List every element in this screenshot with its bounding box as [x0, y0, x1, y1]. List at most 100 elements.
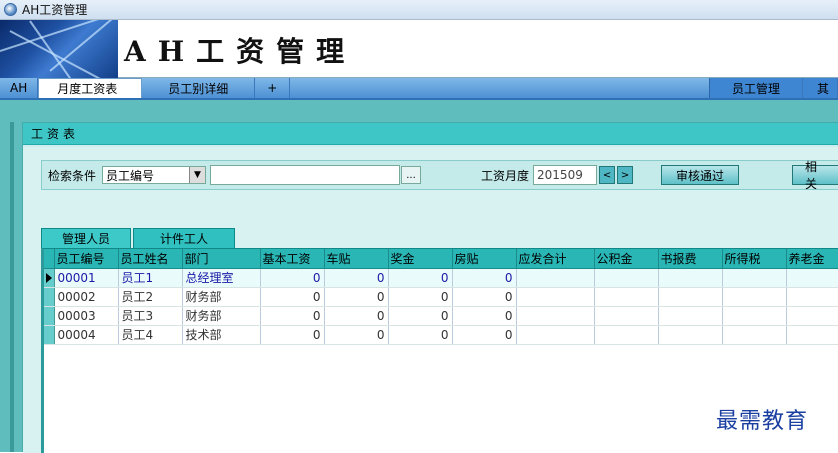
cell-pension[interactable]	[786, 287, 838, 307]
salary-table: 员工编号 员工姓名 部门 基本工资 车贴 奖金 房贴 应发合计 公积金 书报费 …	[44, 249, 838, 345]
search-label: 检索条件	[48, 168, 97, 183]
row-pointer-icon	[44, 268, 55, 288]
cell-fund[interactable]	[594, 325, 659, 345]
related-button[interactable]: 相关	[792, 160, 838, 191]
cell-tax[interactable]	[722, 287, 787, 307]
table-row[interactable]: 00002 员工2 财务部 0 0 0 0	[44, 287, 838, 307]
cell-house[interactable]: 0	[452, 325, 517, 345]
search-field-value: 员工编号	[106, 168, 155, 183]
column-header[interactable]: 应发合计	[516, 249, 595, 269]
cell-gross[interactable]	[516, 268, 595, 288]
banner-title: AH工资管理	[124, 35, 357, 68]
tab-monthly-salary[interactable]: 月度工资表	[38, 78, 143, 98]
cell-dept[interactable]: 技术部	[182, 325, 261, 345]
tab-management-staff[interactable]: 管理人员	[41, 228, 132, 248]
cell-id[interactable]: 00003	[54, 306, 119, 326]
search-bar: 检索条件 员工编号 ▼ ... 工资月度 201509 < > 审核通过 相关	[41, 160, 838, 191]
browse-button[interactable]: ...	[401, 166, 422, 184]
banner: AH工资管理	[0, 20, 838, 78]
work-area: 工资表 检索条件 员工编号 ▼ ... 工资月度 201509 < > 审核通过…	[0, 100, 838, 453]
column-header[interactable]: 基本工资	[260, 249, 325, 269]
cell-gross[interactable]	[516, 306, 595, 326]
cell-car[interactable]: 0	[324, 268, 389, 288]
table-row[interactable]: 00004 员工4 技术部 0 0 0 0	[44, 325, 838, 345]
cell-books[interactable]	[658, 268, 723, 288]
cell-bonus[interactable]: 0	[388, 306, 453, 326]
column-header[interactable]: 奖金	[388, 249, 453, 269]
table-row[interactable]: 00001 员工1 总经理室 0 0 0 0	[44, 268, 838, 288]
prev-month-button[interactable]: <	[599, 166, 616, 184]
cell-dept[interactable]: 财务部	[182, 306, 261, 326]
cell-tax[interactable]	[722, 325, 787, 345]
tab-ah[interactable]: AH	[0, 78, 39, 98]
search-field-select[interactable]: 员工编号 ▼	[102, 166, 207, 184]
cell-name[interactable]: 员工4	[118, 325, 183, 345]
left-border	[0, 100, 22, 452]
approve-button[interactable]: 审核通过	[661, 165, 740, 185]
column-header[interactable]: 养老金	[786, 249, 838, 269]
cell-base[interactable]: 0	[260, 306, 325, 326]
cell-car[interactable]: 0	[324, 306, 389, 326]
cell-bonus[interactable]: 0	[388, 325, 453, 345]
tab-employee-detail[interactable]: 员工别详细	[142, 78, 256, 98]
cell-fund[interactable]	[594, 268, 659, 288]
month-input[interactable]: 201509	[533, 165, 598, 185]
cell-base[interactable]: 0	[260, 268, 325, 288]
cell-house[interactable]: 0	[452, 287, 517, 307]
cell-base[interactable]: 0	[260, 287, 325, 307]
tab-piecework-workers[interactable]: 计件工人	[133, 228, 236, 248]
column-header[interactable]: 房贴	[452, 249, 517, 269]
column-header[interactable]: 公积金	[594, 249, 659, 269]
cell-car[interactable]: 0	[324, 287, 389, 307]
cell-pension[interactable]	[786, 306, 838, 326]
column-header[interactable]: 车贴	[324, 249, 389, 269]
cell-bonus[interactable]: 0	[388, 268, 453, 288]
tab-employee-management[interactable]: 员工管理	[708, 78, 803, 98]
cell-id[interactable]: 00004	[54, 325, 119, 345]
cell-dept[interactable]: 总经理室	[182, 268, 261, 288]
window-title: AH工资管理	[22, 3, 88, 17]
cell-name[interactable]: 员工1	[118, 268, 183, 288]
menu-bar: AH 月度工资表 员工别详细 + 员工管理 其	[0, 78, 838, 100]
panel-header: 工资表	[23, 123, 838, 145]
cell-books[interactable]	[658, 306, 723, 326]
search-input[interactable]	[210, 165, 401, 185]
cell-car[interactable]: 0	[324, 325, 389, 345]
next-month-button[interactable]: >	[617, 166, 634, 184]
cell-dept[interactable]: 财务部	[182, 287, 261, 307]
cell-fund[interactable]	[594, 287, 659, 307]
cell-house[interactable]: 0	[452, 306, 517, 326]
cell-tax[interactable]	[722, 268, 787, 288]
cell-pension[interactable]	[786, 268, 838, 288]
chevron-left-icon: <	[602, 169, 612, 181]
tab-other[interactable]: 其	[802, 78, 838, 98]
column-header[interactable]: 员工姓名	[118, 249, 183, 269]
column-header[interactable]: 所得税	[722, 249, 787, 269]
dropdown-arrow-icon[interactable]: ▼	[189, 167, 206, 183]
cell-base[interactable]: 0	[260, 325, 325, 345]
cell-gross[interactable]	[516, 325, 595, 345]
column-header[interactable]: 部门	[182, 249, 261, 269]
cell-tax[interactable]	[722, 306, 787, 326]
cell-books[interactable]	[658, 287, 723, 307]
cell-id[interactable]: 00002	[54, 287, 119, 307]
cell-fund[interactable]	[594, 306, 659, 326]
column-header[interactable]: 员工编号	[54, 249, 119, 269]
cell-books[interactable]	[658, 325, 723, 345]
app-icon	[4, 3, 17, 16]
add-tab-button[interactable]: +	[255, 78, 291, 98]
column-header[interactable]: 书报费	[658, 249, 723, 269]
row-indicator-header	[44, 249, 55, 269]
cell-name[interactable]: 员工3	[118, 306, 183, 326]
cell-house[interactable]: 0	[452, 268, 517, 288]
cell-id[interactable]: 00001	[54, 268, 119, 288]
cell-gross[interactable]	[516, 287, 595, 307]
table-row[interactable]: 00003 员工3 财务部 0 0 0 0	[44, 306, 838, 326]
cell-bonus[interactable]: 0	[388, 287, 453, 307]
chevron-right-icon: >	[620, 169, 630, 181]
row-indicator	[44, 325, 55, 345]
cell-name[interactable]: 员工2	[118, 287, 183, 307]
banner-graphic	[0, 20, 118, 78]
cell-pension[interactable]	[786, 325, 838, 345]
month-label: 工资月度	[481, 168, 530, 183]
